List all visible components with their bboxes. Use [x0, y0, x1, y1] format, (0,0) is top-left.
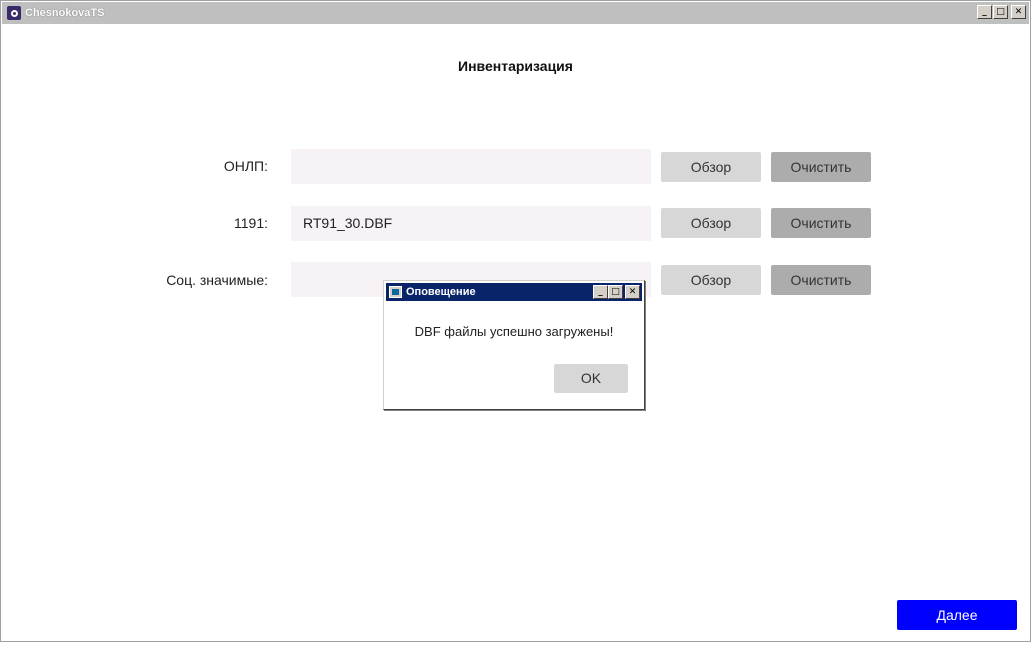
window-controls: _ □ ✕ — [977, 5, 1026, 19]
1191-label: 1191: — [234, 215, 268, 231]
onlp-label: ОНЛП: — [223, 158, 268, 174]
onlp-path-field[interactable] — [291, 149, 651, 184]
social-clear-button[interactable]: Очистить — [771, 265, 871, 295]
dialog-title: Оповещение — [406, 286, 476, 298]
dialog-controls: _ □ ✕ — [593, 285, 640, 299]
app-icon — [7, 6, 21, 20]
close-button[interactable]: ✕ — [1011, 5, 1026, 19]
dialog-titlebar[interactable]: Оповещение _ □ ✕ — [386, 283, 642, 301]
dialog-maximize-button[interactable]: □ — [608, 285, 623, 299]
dialog-ok-button[interactable]: OK — [554, 364, 628, 393]
dialog-close-button[interactable]: ✕ — [625, 285, 640, 299]
social-browse-button[interactable]: Обзор — [661, 265, 761, 295]
1191-path-field[interactable]: RT91_30.DBF — [291, 206, 651, 241]
onlp-browse-button[interactable]: Обзор — [661, 152, 761, 182]
page-title: Инвентаризация — [458, 58, 573, 74]
notification-dialog: Оповещение _ □ ✕ DBF файлы успешно загру… — [383, 280, 645, 410]
1191-browse-button[interactable]: Обзор — [661, 208, 761, 238]
window-titlebar[interactable]: ChesnokovaTS _ □ ✕ — [2, 2, 1029, 24]
dialog-window-icon — [389, 286, 402, 298]
dialog-message: DBF файлы успешно загружены! — [414, 324, 614, 339]
dialog-minimize-button[interactable]: _ — [593, 285, 608, 299]
maximize-button[interactable]: □ — [993, 5, 1008, 19]
next-button[interactable]: Далее — [897, 600, 1017, 630]
minimize-button[interactable]: _ — [977, 5, 992, 19]
onlp-clear-button[interactable]: Очистить — [771, 152, 871, 182]
social-label: Соц. значимые: — [166, 272, 268, 288]
1191-clear-button[interactable]: Очистить — [771, 208, 871, 238]
window-title: ChesnokovaTS — [25, 7, 105, 19]
